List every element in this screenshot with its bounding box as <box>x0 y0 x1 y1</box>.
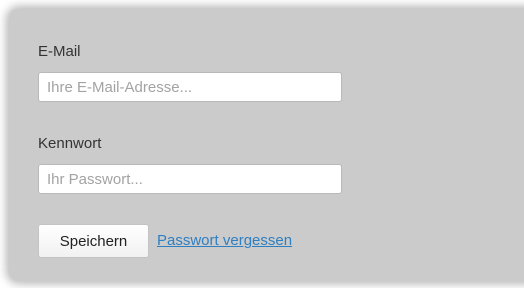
password-label: Kennwort <box>38 135 102 152</box>
email-field[interactable] <box>38 72 342 102</box>
email-label: E-Mail <box>38 43 81 60</box>
password-field[interactable] <box>38 164 342 194</box>
save-button[interactable]: Speichern <box>38 224 149 258</box>
forgot-password-link[interactable]: Passwort vergessen <box>157 232 292 250</box>
